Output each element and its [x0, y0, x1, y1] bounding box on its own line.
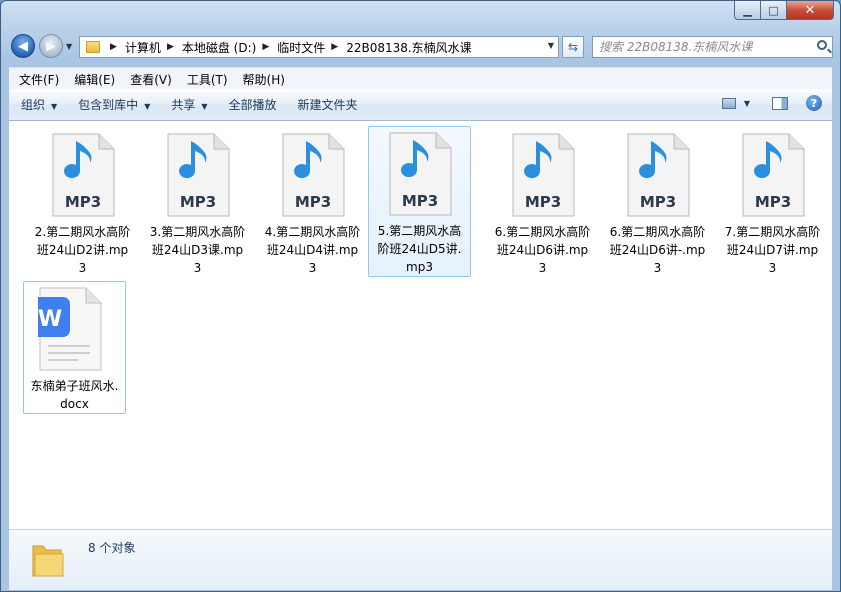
breadcrumb-local-disk[interactable]: 本地磁盘 (D:)	[182, 39, 256, 56]
file-name-label: 6.第二期风水高阶班24山D6讲-.mp3	[609, 225, 706, 275]
include-in-library-button[interactable]: 包含到库中 ▼	[69, 96, 159, 113]
menu-bar: 文件(F) 编辑(E) 查看(V) 工具(T) 帮助(H)	[9, 67, 832, 90]
breadcrumb-current-folder[interactable]: 22B08138.东楠风水课	[346, 39, 472, 56]
wps-docx-icon: W	[38, 287, 102, 371]
file-item[interactable]: MP3 4.第二期风水高阶班24山D4讲.mp3	[261, 128, 364, 277]
share-label: 共享	[171, 98, 196, 112]
folder-icon	[32, 545, 64, 577]
recent-pages-dropdown[interactable]: ▼	[66, 42, 72, 51]
maximize-button[interactable]: □	[761, 1, 787, 20]
chevron-down-icon: ▼	[51, 102, 58, 111]
chevron-down-icon: ▼	[201, 102, 208, 111]
title-bar: ▁ □ ✕	[1, 1, 840, 29]
organize-button[interactable]: 组织 ▼	[12, 96, 66, 113]
mp3-file-icon: MP3	[511, 133, 575, 217]
chevron-right-icon[interactable]: ▶	[262, 42, 269, 52]
search-icon[interactable]	[817, 40, 827, 50]
close-button[interactable]: ✕	[787, 1, 834, 20]
view-options-dropdown[interactable]: ▼	[744, 99, 750, 108]
navigation-row: ◀ ▶ ▼ ▶ 计算机 ▶ 本地磁盘 (D:) ▶ 临时文件 ▶ 22B0813…	[1, 32, 840, 62]
menu-view[interactable]: 查看(V)	[125, 71, 177, 88]
explorer-window: ▁ □ ✕ ◀ ▶ ▼ ▶ 计算机 ▶ 本地磁盘 (D:) ▶ 临时文件 ▶ 2…	[0, 0, 841, 592]
file-item[interactable]: MP3 5.第二期风水高阶班24山D5讲.mp3	[368, 126, 471, 277]
file-item[interactable]: MP3 3.第二期风水高阶班24山D3课.mp3	[146, 128, 249, 277]
caption-buttons: ▁ □ ✕	[734, 1, 834, 20]
svg-text:MP3: MP3	[754, 193, 790, 211]
address-bar[interactable]: ▶ 计算机 ▶ 本地磁盘 (D:) ▶ 临时文件 ▶ 22B08138.东楠风水…	[79, 36, 559, 58]
mp3-file-icon: MP3	[166, 133, 230, 217]
include-in-library-label: 包含到库中	[78, 98, 139, 112]
new-folder-button[interactable]: 新建文件夹	[289, 96, 367, 113]
file-name-label: 5.第二期风水高阶班24山D5讲.mp3	[377, 224, 462, 274]
svg-text:MP3: MP3	[179, 193, 215, 211]
forward-button[interactable]: ▶	[39, 34, 63, 58]
file-item[interactable]: MP3 2.第二期风水高阶班24山D2讲.mp3	[31, 128, 134, 277]
svg-text:MP3: MP3	[524, 193, 560, 211]
mp3-file-icon: MP3	[626, 133, 690, 217]
file-item[interactable]: W 东楠弟子班风水.docx	[23, 281, 126, 414]
file-name-label: 2.第二期风水高阶班24山D2讲.mp3	[34, 225, 131, 275]
breadcrumb-temp-folder[interactable]: 临时文件	[277, 39, 325, 56]
svg-text:MP3: MP3	[294, 193, 330, 211]
details-pane: 8 个对象	[9, 529, 832, 590]
preview-pane-icon[interactable]	[772, 96, 788, 110]
mp3-file-icon: MP3	[388, 132, 452, 216]
item-count: 8 个对象	[88, 541, 136, 555]
svg-text:MP3: MP3	[639, 193, 675, 211]
file-name-label: 4.第二期风水高阶班24山D4讲.mp3	[264, 225, 361, 275]
folder-icon	[86, 41, 100, 53]
file-item[interactable]: MP3 6.第二期风水高阶班24山D6讲.mp3	[491, 128, 594, 277]
file-name-label: 东楠弟子班风水.docx	[30, 379, 119, 411]
mp3-file-icon: MP3	[741, 133, 805, 217]
file-list[interactable]: MP3 2.第二期风水高阶班24山D2讲.mp3 MP3 3.第二期风水高阶班24山D…	[9, 121, 832, 529]
play-all-button[interactable]: 全部播放	[220, 96, 286, 113]
minimize-button[interactable]: ▁	[734, 1, 761, 20]
command-bar-right: ▼ ?	[721, 95, 822, 111]
breadcrumb-computer[interactable]: 计算机	[125, 39, 161, 56]
command-bar: 组织 ▼ 包含到库中 ▼ 共享 ▼ 全部播放 新建文件夹 ▼ ?	[9, 89, 832, 121]
change-view-icon[interactable]	[721, 97, 736, 109]
menu-tools[interactable]: 工具(T)	[182, 71, 233, 88]
search-input[interactable]	[599, 39, 809, 55]
menu-edit[interactable]: 编辑(E)	[69, 71, 120, 88]
mp3-file-icon: MP3	[281, 133, 345, 217]
svg-text:W: W	[38, 307, 62, 332]
arrow-right-icon: ▶	[46, 38, 56, 54]
address-dropdown-icon[interactable]: ▼	[548, 41, 554, 50]
help-icon[interactable]: ?	[806, 95, 822, 111]
chevron-down-icon: ▼	[144, 102, 151, 111]
chevron-right-icon[interactable]: ▶	[331, 42, 338, 52]
file-name-label: 7.第二期风水高阶班24山D7讲.mp3	[724, 225, 821, 275]
mp3-file-icon: MP3	[51, 133, 115, 217]
organize-label: 组织	[21, 98, 46, 112]
arrow-left-icon: ◀	[18, 38, 28, 54]
back-button[interactable]: ◀	[11, 34, 35, 58]
chevron-right-icon[interactable]: ▶	[167, 42, 174, 52]
menu-file[interactable]: 文件(F)	[14, 71, 64, 88]
file-name-label: 3.第二期风水高阶班24山D3课.mp3	[149, 225, 246, 275]
search-box[interactable]	[592, 36, 833, 58]
chevron-right-icon[interactable]: ▶	[110, 42, 117, 52]
refresh-icon: ⇆	[567, 40, 579, 54]
file-item[interactable]: MP3 7.第二期风水高阶班24山D7讲.mp3	[721, 128, 824, 277]
svg-text:MP3: MP3	[64, 193, 100, 211]
file-item[interactable]: MP3 6.第二期风水高阶班24山D6讲-.mp3	[606, 128, 709, 277]
refresh-button[interactable]: ⇆	[562, 36, 584, 58]
menu-help[interactable]: 帮助(H)	[238, 71, 290, 88]
svg-text:MP3: MP3	[401, 192, 437, 210]
share-button[interactable]: 共享 ▼	[162, 96, 216, 113]
file-name-label: 6.第二期风水高阶班24山D6讲.mp3	[494, 225, 591, 275]
